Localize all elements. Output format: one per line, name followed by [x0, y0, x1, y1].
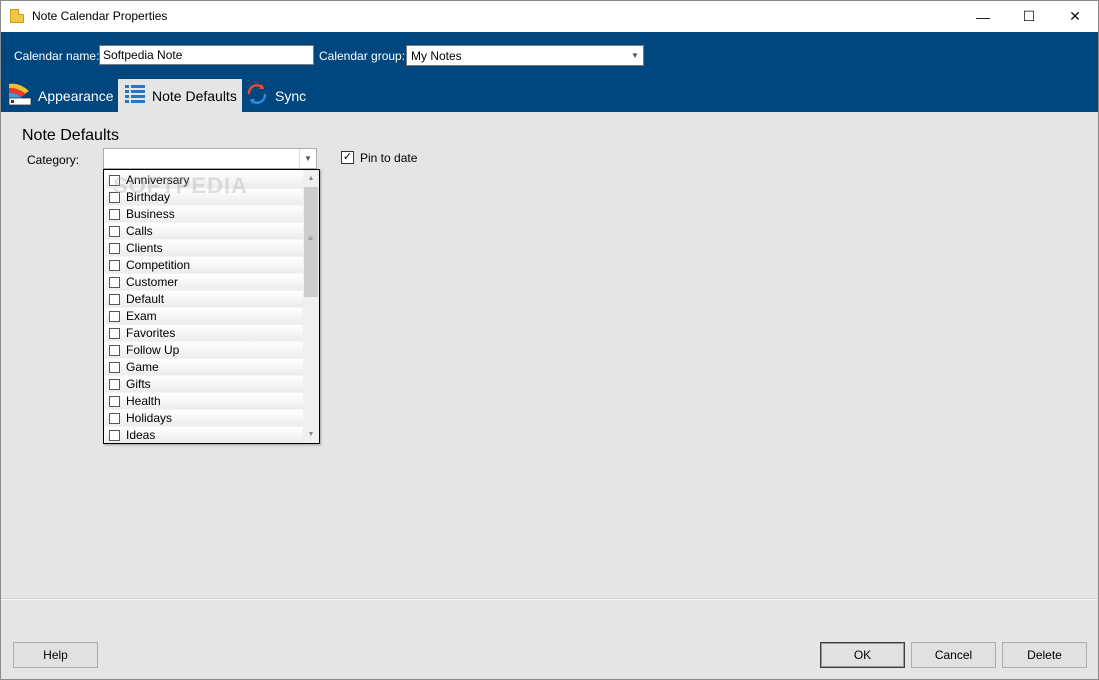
- category-select[interactable]: ▼: [103, 148, 317, 169]
- grip-icon: ≡: [308, 234, 313, 243]
- calendar-name-label: Calendar name:: [14, 49, 100, 63]
- list-item[interactable]: Holidays: [105, 410, 303, 427]
- list-item[interactable]: Birthday: [105, 189, 303, 206]
- item-checkbox[interactable]: [109, 276, 120, 288]
- item-checkbox[interactable]: [109, 327, 120, 339]
- delete-button[interactable]: Delete: [1002, 642, 1087, 668]
- help-button[interactable]: Help: [13, 642, 98, 668]
- tab-sync-label: Sync: [275, 87, 307, 104]
- item-checkbox[interactable]: [109, 174, 120, 186]
- tab-sync[interactable]: Sync: [245, 79, 315, 112]
- item-checkbox[interactable]: [109, 310, 120, 322]
- item-checkbox[interactable]: [109, 412, 120, 424]
- window-title: Note Calendar Properties: [32, 9, 168, 23]
- chevron-down-icon: ▼: [631, 51, 639, 60]
- scrollbar-thumb[interactable]: ≡: [304, 187, 318, 297]
- properties-window: Note Calendar Properties — ☐ ✕ Calendar …: [0, 0, 1099, 680]
- header-bar: Calendar name: Calendar group: My Notes …: [1, 32, 1098, 112]
- minimize-button[interactable]: —: [960, 1, 1006, 32]
- tab-appearance[interactable]: Appearance: [6, 79, 116, 112]
- item-checkbox[interactable]: [109, 293, 120, 305]
- list-item[interactable]: Ideas: [105, 427, 303, 443]
- tab-note-defaults[interactable]: Note Defaults: [118, 79, 242, 112]
- chevron-down-icon: ▼: [299, 149, 316, 168]
- category-label: Category:: [27, 153, 80, 167]
- maximize-button[interactable]: ☐: [1006, 1, 1052, 32]
- pin-to-date-label: Pin to date: [360, 151, 418, 165]
- list-item[interactable]: Clients: [105, 240, 303, 257]
- list-item[interactable]: Gifts: [105, 376, 303, 393]
- item-checkbox[interactable]: [109, 242, 120, 254]
- list-scrollbar[interactable]: ▲ ≡ ▼: [303, 170, 319, 443]
- calendar-group-select[interactable]: My Notes ▼: [406, 45, 644, 66]
- item-checkbox[interactable]: [109, 259, 120, 271]
- palette-icon: [6, 81, 32, 110]
- list-item[interactable]: Customer: [105, 274, 303, 291]
- section-title: Note Defaults: [22, 127, 119, 144]
- calendar-group-value: My Notes: [411, 49, 462, 63]
- checkmark-icon: ✓: [342, 151, 353, 163]
- item-checkbox[interactable]: [109, 429, 120, 441]
- list-icon: [124, 83, 146, 108]
- category-dropdown-list[interactable]: Anniversary Birthday Business Calls Clie…: [103, 169, 320, 444]
- pin-to-date-checkbox[interactable]: ✓: [341, 151, 354, 164]
- list-item[interactable]: Competition: [105, 257, 303, 274]
- tab-note-defaults-label: Note Defaults: [152, 87, 237, 104]
- scroll-up-icon[interactable]: ▲: [303, 170, 319, 187]
- item-checkbox[interactable]: [109, 225, 120, 237]
- ok-button[interactable]: OK: [820, 642, 905, 668]
- item-checkbox[interactable]: [109, 395, 120, 407]
- list-item[interactable]: Favorites: [105, 325, 303, 342]
- item-checkbox[interactable]: [109, 191, 120, 203]
- footer-divider: [1, 598, 1098, 600]
- scroll-down-icon[interactable]: ▼: [303, 426, 319, 443]
- calendar-group-label: Calendar group:: [319, 49, 406, 63]
- list-item[interactable]: Follow Up: [105, 342, 303, 359]
- list-item[interactable]: Default: [105, 291, 303, 308]
- list-item[interactable]: Exam: [105, 308, 303, 325]
- cancel-button[interactable]: Cancel: [911, 642, 996, 668]
- title-bar[interactable]: Note Calendar Properties — ☐ ✕: [1, 1, 1098, 32]
- close-button[interactable]: ✕: [1052, 1, 1098, 32]
- list-item[interactable]: Calls: [105, 223, 303, 240]
- list-item[interactable]: Business: [105, 206, 303, 223]
- list-item[interactable]: Game: [105, 359, 303, 376]
- list-item[interactable]: Anniversary: [105, 172, 303, 189]
- sync-icon: [245, 82, 269, 109]
- item-checkbox[interactable]: [109, 378, 120, 390]
- item-checkbox[interactable]: [109, 344, 120, 356]
- tab-appearance-label: Appearance: [38, 87, 114, 104]
- item-checkbox[interactable]: [109, 208, 120, 220]
- sticky-note-icon: [10, 9, 24, 23]
- list-item[interactable]: Health: [105, 393, 303, 410]
- calendar-name-input[interactable]: [99, 45, 314, 65]
- item-checkbox[interactable]: [109, 361, 120, 373]
